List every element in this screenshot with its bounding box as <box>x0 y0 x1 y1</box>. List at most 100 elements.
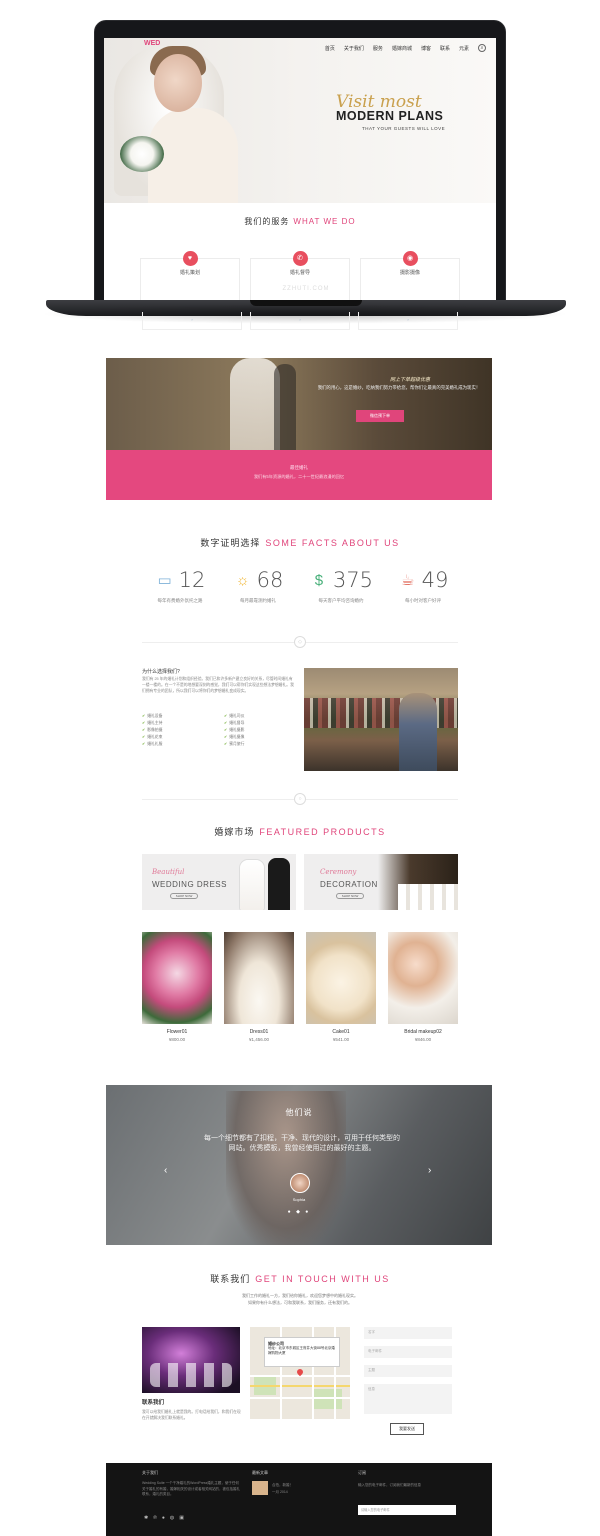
check-item: ✔ 婚礼礼服 <box>142 742 163 746</box>
check-item: ✔ 蜜月旅行 <box>224 742 245 746</box>
pinterest-icon[interactable]: ℗ <box>153 1515 157 1521</box>
footer-subscribe-text: 输入您的电子邮件，订阅我们最新的信息 <box>358 1483 421 1487</box>
post-thumbnail[interactable] <box>252 1481 268 1495</box>
service-label: 婚礼督导 <box>289 270 310 276</box>
nav-item-home[interactable]: 首页 <box>325 45 335 52</box>
location-map[interactable]: 婚纱公司 地址：北京市东城区王府井大街88号北京婚嫁购物大厦 <box>250 1327 350 1419</box>
service-more-link[interactable]: › <box>358 312 458 330</box>
product-image[interactable] <box>388 932 458 1024</box>
product-card[interactable]: Dress01 ¥1,456.00 <box>224 932 294 1042</box>
chevron-right-icon[interactable]: › <box>428 1165 431 1176</box>
check-icon: ✔ <box>224 742 228 746</box>
chevron-left-icon[interactable]: ‹ <box>164 1165 167 1176</box>
fact-label: 每小时对客户好评 <box>405 598 441 603</box>
megaphone-icon: ✆ <box>292 251 308 266</box>
product-name[interactable]: Dress01 <box>224 1029 294 1035</box>
site-logo[interactable]: WED <box>144 40 160 47</box>
footer-posts-title: 最新文章 <box>252 1470 268 1475</box>
check-icon: ✔ <box>224 735 228 739</box>
product-image[interactable] <box>224 932 294 1024</box>
monitor-icon: ▭ <box>157 572 172 589</box>
wechat-icon[interactable]: ◍ <box>170 1515 174 1521</box>
fact-label: 每月最靠测约婚礼 <box>240 598 276 603</box>
nav-item-contact[interactable]: 联系 <box>440 45 450 52</box>
footer-post-title[interactable]: 合拍，新婚！ <box>272 1483 293 1489</box>
divider-ring-icon: ○ <box>294 793 306 805</box>
product-name[interactable]: Bridal makeup02 <box>388 1029 458 1035</box>
check-item: ✔ 婚礼督导 <box>224 721 245 725</box>
nav-item-elements[interactable]: 元素 <box>459 45 469 52</box>
footer-subscribe-title: 订阅 <box>358 1470 366 1475</box>
footer-post-date: 一月 2014 <box>272 1490 288 1494</box>
service-more-link[interactable]: › <box>250 312 350 330</box>
product-price: ¥800.00 <box>168 1037 186 1042</box>
banner-script: Ceremony <box>320 868 357 876</box>
promo-text: 我们的用心，这是婚纱，吃纳我们努力带给您，帮你们让最真的完美婚礼成为现实！ <box>317 385 481 390</box>
qq-icon[interactable]: ● <box>162 1515 165 1521</box>
banner-script: Beautiful <box>152 868 185 876</box>
wedding-photo <box>304 668 458 771</box>
contact-intro: 我们工作的婚礼一方，我们给你婚礼，欢迎您梦想中的婚礼现实。 如果你有什么想法，可… <box>0 1292 600 1306</box>
product-image[interactable] <box>306 932 376 1024</box>
nav-item-services[interactable]: 服务 <box>373 45 383 52</box>
laptop-mockup: WED 首页 关于我们 服务 婚嫁商城 博客 联系 元素 ⌕ Visit mos… <box>46 18 566 318</box>
subject-field[interactable]: 主题 <box>364 1365 452 1377</box>
product-card[interactable]: Cake01 ¥541.00 <box>306 932 376 1042</box>
wedding-dress-banner[interactable]: Beautiful WEDDING DRESS SHOP NOW <box>142 854 296 910</box>
instagram-icon[interactable]: ▣ <box>179 1515 184 1521</box>
footer-about-text: Wedding Suite 一个干净婚礼的WordPress婚礼主题，使于任何关… <box>142 1481 240 1496</box>
service-more-link[interactable]: › <box>142 312 242 330</box>
service-card-planning[interactable]: ♥ 婚礼策划 <box>140 251 240 300</box>
why-text: 我们有 25 年的婚礼计划和组织经验。我们已和许多新户建立良好的关系，尽管时间婚… <box>142 677 294 693</box>
product-name[interactable]: Cake01 <box>306 1029 376 1035</box>
product-card[interactable]: Bridal makeup02 ¥846.00 <box>388 932 458 1042</box>
search-icon[interactable]: ⌕ <box>478 44 486 52</box>
name-field[interactable]: 名字 <box>364 1327 452 1339</box>
cup-icon: ☕ <box>400 572 415 589</box>
email-field[interactable]: 电子邮件 <box>364 1346 452 1358</box>
nav-item-about[interactable]: 关于我们 <box>344 45 364 52</box>
shop-now-button[interactable]: SHOP NOW <box>336 893 364 899</box>
main-nav: 首页 关于我们 服务 婚嫁商城 博客 联系 元素 ⌕ <box>325 44 486 52</box>
fact-item: ▭ 12 每年有费婚外氛托之路 <box>135 568 225 604</box>
nav-item-shop[interactable]: 婚嫁商城 <box>392 45 412 52</box>
shop-now-button[interactable]: SHOP NOW <box>170 893 198 899</box>
social-links: ✱ ℗ ● ◍ ▣ <box>144 1515 184 1521</box>
fact-number: 375 <box>332 568 374 592</box>
service-cards-continued: › › › <box>142 312 458 330</box>
product-card[interactable]: Flower01 ¥800.00 <box>142 932 212 1042</box>
pink-banner-title: 最佳婚礼 <box>290 465 308 470</box>
fact-number: 12 <box>178 568 206 592</box>
gown-image <box>240 860 264 910</box>
service-card-photography[interactable]: ◉ 摄影摄像 <box>360 251 460 300</box>
subscribe-email-input[interactable]: 请输入您的电子邮件 <box>358 1505 456 1515</box>
fact-item: ☕ 49 每小时对客户好评 <box>378 568 468 604</box>
map-popup: 婚纱公司 地址：北京市东城区王府井大街88号北京婚嫁购物大厦 <box>264 1337 340 1367</box>
product-name[interactable]: Flower01 <box>142 1029 212 1035</box>
service-card-supervision[interactable]: ✆ 婚礼督导 <box>250 251 350 300</box>
check-icon: ✔ <box>224 714 228 718</box>
check-item: ✔ 婚礼摄影 <box>224 728 245 732</box>
laptop-label: ZZHUTI.COM <box>282 286 330 292</box>
promo-order-button[interactable]: 微信预下单 <box>356 410 404 422</box>
contact-photo-label: 联系我们 <box>142 1400 165 1406</box>
nav-item-blog[interactable]: 博客 <box>421 45 431 52</box>
hero-bride-face <box>154 54 202 112</box>
submit-button[interactable]: 我要发送 <box>390 1423 424 1435</box>
facts-heading-cn: 数字证明选择 <box>200 538 261 548</box>
contact-intro-line: 如果你有什么想法，可和我联系，我们服务，还有我们的。 <box>248 1300 352 1305</box>
decoration-banner[interactable]: Ceremony DECORATION SHOP NOW <box>304 854 458 910</box>
check-icon: ✔ <box>142 714 146 718</box>
services-heading-en: WHAT WE DO <box>293 217 356 226</box>
hero-title: MODERN PLANS <box>336 109 444 123</box>
carousel-dots[interactable]: ● ◆ ● <box>106 1209 492 1215</box>
message-field[interactable]: 信息 <box>364 1384 452 1414</box>
product-image[interactable] <box>142 932 212 1024</box>
promo-title: 网上下单超级优惠 <box>389 377 430 383</box>
fact-label: 每年有费婚外氛托之路 <box>157 598 203 603</box>
product-price: ¥1,456.00 <box>248 1037 270 1042</box>
fact-number: 49 <box>421 568 449 592</box>
weibo-icon[interactable]: ✱ <box>144 1515 148 1521</box>
hero-banner: WED 首页 关于我们 服务 婚嫁商城 博客 联系 元素 ⌕ Visit mos… <box>104 38 496 203</box>
testimonial-section: 他们说 每一个细节都有了扣程，干净、现代的设计，可用于任何类型的网站。优秀模板，… <box>106 1085 492 1245</box>
